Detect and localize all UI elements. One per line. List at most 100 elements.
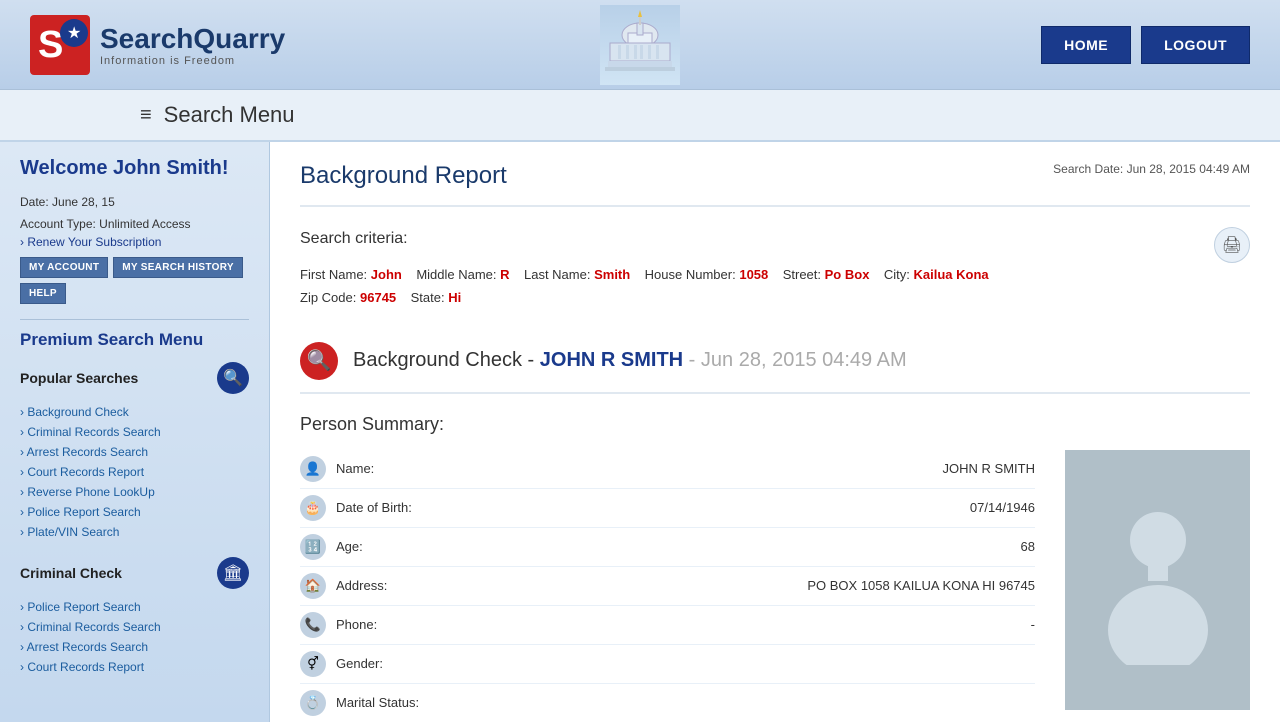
welcome-title: Welcome John Smith! (20, 157, 249, 180)
field-label: Name: (336, 461, 456, 476)
logo-name: SearchQuarry (100, 23, 285, 55)
page-header: S ★ SearchQuarry Information is Freedom (0, 0, 1280, 90)
logo-text: SearchQuarry Information is Freedom (100, 23, 285, 67)
field-row: ⚥ Gender: (300, 645, 1035, 684)
print-button[interactable]: 🖨 (1214, 227, 1250, 263)
search-date-label: Search Date: (1053, 162, 1123, 176)
report-header: Background Report Search Date: Jun 28, 2… (300, 162, 1250, 207)
middle-name-value: R (500, 267, 509, 282)
logout-button[interactable]: LOGOUT (1141, 26, 1250, 64)
field-value-address: PO BOX 1058 KAILUA KONA HI 96745 (807, 578, 1035, 593)
field-label: Phone: (336, 617, 456, 632)
city-value: Kailua Kona (914, 267, 989, 282)
list-item[interactable]: Reverse Phone LookUp (20, 482, 249, 502)
criminal-check-icon[interactable]: 🏛 (217, 557, 249, 589)
logo-name-text: SearchQuarry (100, 23, 285, 54)
main-container: Welcome John Smith! Date: June 28, 15 Ac… (0, 142, 1280, 722)
field-label: Date of Birth: (336, 500, 456, 515)
search-criteria-section: Search criteria: 🖨 First Name: John Midd… (300, 227, 1250, 310)
logo-tagline: Information is Freedom (100, 55, 285, 67)
name-icon: 👤 (300, 456, 326, 482)
house-number-value: 1058 (739, 267, 768, 282)
gender-icon: ⚥ (300, 651, 326, 677)
search-date-value: Jun 28, 2015 04:49 AM (1127, 162, 1250, 176)
list-item[interactable]: Criminal Records Search (20, 422, 249, 442)
house-number-label: House Number: (645, 267, 736, 282)
help-button[interactable]: HELP (20, 283, 66, 304)
field-row: 💍 Marital Status: (300, 684, 1035, 722)
marital-icon: 💍 (300, 690, 326, 716)
street-label: Street: (783, 267, 821, 282)
list-item[interactable]: Police Report Search (20, 597, 249, 617)
date-label: Date: (20, 195, 49, 209)
criminal-section-title: Criminal Check (20, 565, 122, 581)
svg-text:★: ★ (67, 25, 81, 42)
bg-check-icon: 🔍 (300, 342, 338, 380)
street-value: Po Box (825, 267, 870, 282)
popular-searches-header: Popular Searches 🔍 (20, 362, 249, 394)
field-value-dob: 07/14/1946 (970, 500, 1035, 515)
field-row: 🏠 Address: PO BOX 1058 KAILUA KONA HI 96… (300, 567, 1035, 606)
nav-bar: ≡ Search Menu (0, 90, 1280, 142)
popular-section-title: Popular Searches (20, 370, 138, 386)
criminal-menu-list: Police Report Search Criminal Records Se… (20, 597, 249, 677)
content-area: Background Report Search Date: Jun 28, 2… (270, 142, 1280, 722)
premium-title: Premium Search Menu (20, 330, 249, 350)
date-value: June 28, 15 (52, 195, 115, 209)
list-item[interactable]: Police Report Search (20, 502, 249, 522)
first-name-value: John (371, 267, 402, 282)
zip-label: Zip Code: (300, 290, 356, 305)
state-label: State: (411, 290, 445, 305)
user-info: Date: June 28, 15 Account Type: Unlimite… (20, 192, 249, 235)
home-button[interactable]: HOME (1041, 26, 1131, 64)
popular-search-icon[interactable]: 🔍 (217, 362, 249, 394)
city-label: City: (884, 267, 910, 282)
bg-check-separator: - (689, 349, 696, 371)
my-account-button[interactable]: MY ACCOUNT (20, 257, 108, 278)
criteria-row-1: First Name: John Middle Name: R Last Nam… (300, 263, 1250, 286)
address-icon: 🏠 (300, 573, 326, 599)
person-summary-title: Person Summary: (300, 414, 1250, 435)
field-label: Marital Status: (336, 695, 456, 710)
search-history-button[interactable]: MY SEARCH HISTORY (113, 257, 243, 278)
field-row: 🔢 Age: 68 (300, 528, 1035, 567)
list-item[interactable]: Plate/VIN Search (20, 522, 249, 542)
age-icon: 🔢 (300, 534, 326, 560)
field-row: 👤 Name: JOHN R SMITH (300, 450, 1035, 489)
svg-text:S: S (38, 24, 63, 66)
field-label: Age: (336, 539, 456, 554)
middle-name-label: Middle Name: (416, 267, 496, 282)
hamburger-icon[interactable]: ≡ (140, 104, 152, 127)
field-row: 🎂 Date of Birth: 07/14/1946 (300, 489, 1035, 528)
list-item[interactable]: Court Records Report (20, 462, 249, 482)
bg-check-label: Background Check - (353, 349, 534, 371)
list-item[interactable]: Background Check (20, 402, 249, 422)
list-item[interactable]: Arrest Records Search (20, 442, 249, 462)
phone-icon: 📞 (300, 612, 326, 638)
zip-value: 96745 (360, 290, 396, 305)
search-date: Search Date: Jun 28, 2015 04:49 AM (1053, 162, 1250, 176)
field-value-age: 68 (1021, 539, 1035, 554)
capitol-svg (600, 5, 680, 85)
logo-area: S ★ SearchQuarry Information is Freedom (30, 15, 285, 75)
list-item[interactable]: Court Records Report (20, 657, 249, 677)
field-label: Gender: (336, 656, 456, 671)
avatar-box (1065, 450, 1250, 710)
summary-fields: 👤 Name: JOHN R SMITH 🎂 Date of Birth: 07… (300, 450, 1035, 722)
first-name-label: First Name: (300, 267, 367, 282)
bg-check-name: JOHN R SMITH (540, 349, 683, 371)
account-buttons: MY ACCOUNT MY SEARCH HISTORY HELP (20, 257, 249, 304)
divider-1 (20, 319, 249, 320)
list-item[interactable]: Criminal Records Search (20, 617, 249, 637)
renew-link[interactable]: Renew Your Subscription (20, 235, 249, 249)
dob-icon: 🎂 (300, 495, 326, 521)
person-summary-section: Person Summary: 👤 Name: JOHN R SMITH 🎂 D… (300, 414, 1250, 722)
criteria-header-row: Search criteria: 🖨 (300, 227, 1250, 263)
list-item[interactable]: Arrest Records Search (20, 637, 249, 657)
header-buttons: HOME LOGOUT (1041, 26, 1250, 64)
last-name-label: Last Name: (524, 267, 590, 282)
field-value-name: JOHN R SMITH (943, 461, 1035, 476)
criteria-title: Search criteria: (300, 230, 408, 248)
state-value: Hi (448, 290, 461, 305)
account-label: Account Type: (20, 217, 96, 231)
